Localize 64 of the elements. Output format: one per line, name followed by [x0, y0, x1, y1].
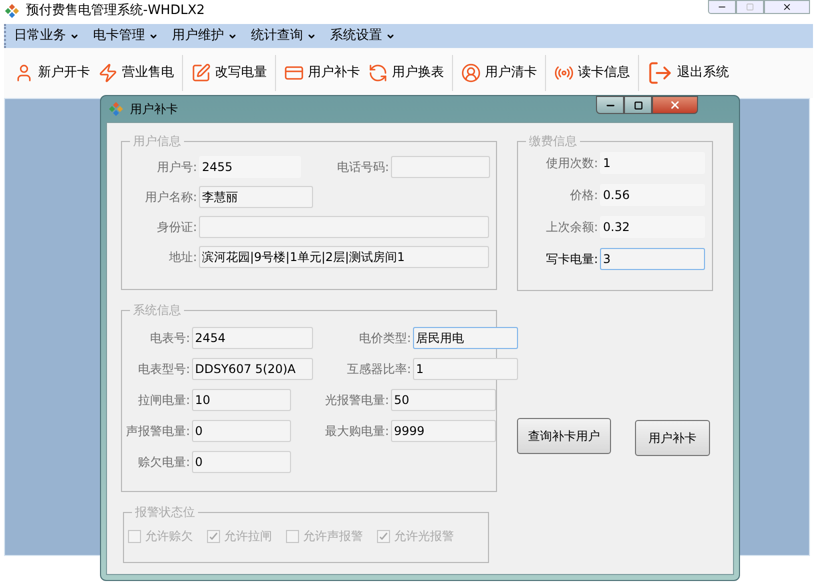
menu-item[interactable]: 系统设置 — [330, 26, 395, 46]
edit-icon — [191, 63, 211, 83]
field-label: 身份证: — [156, 219, 198, 236]
logout-icon — [647, 60, 673, 86]
window-title: 预付费售电管理系统-WHDLX2 — [26, 2, 205, 20]
group-title: 报警状态位 — [132, 504, 198, 520]
close-icon — [669, 99, 681, 111]
toolbar-button[interactable]: 改写电量 — [189, 63, 269, 83]
group-title: 系统信息 — [130, 302, 184, 318]
lightning-icon — [98, 63, 118, 83]
field-label: 用户号: — [156, 159, 198, 176]
query-button[interactable]: 查询补卡用户 — [517, 418, 611, 454]
toolbar-button[interactable]: 用户补卡 — [282, 63, 362, 83]
field-label: 互感器比率: — [346, 361, 412, 378]
field-label: 价格: — [568, 187, 599, 204]
toolbar-button[interactable]: 用户换表 — [366, 63, 446, 83]
caret-icon — [149, 32, 158, 40]
field-label: 使用次数: — [544, 155, 599, 172]
field-label: 上次余额: — [544, 219, 599, 236]
field-label: 电价类型: — [358, 330, 412, 347]
caret-icon — [386, 32, 395, 40]
user-icon — [461, 63, 481, 83]
text-field[interactable]: 3 — [600, 248, 705, 270]
reissue-card-button[interactable]: 用户补卡 — [635, 420, 710, 456]
check-icon — [209, 532, 218, 540]
menu-item[interactable]: 统计查询 — [251, 26, 316, 46]
field-label: 光报警电量: — [324, 392, 390, 409]
caret-icon — [70, 32, 79, 40]
app-logo-icon — [4, 3, 20, 19]
field-label: 写卡电量: — [544, 251, 599, 268]
close-button[interactable] — [652, 96, 698, 114]
toolbar-button[interactable]: 退出系统 — [645, 60, 731, 86]
field-label: 声报警电量: — [124, 423, 191, 440]
toolbar-button[interactable]: 用户清卡 — [459, 63, 539, 83]
menu-item[interactable]: 日常业务 — [14, 26, 79, 46]
field-label: 地址: — [168, 249, 198, 266]
dialog-title: 用户补卡 — [130, 101, 178, 118]
group-title: 用户信息 — [130, 133, 184, 149]
toolbar-button[interactable]: 新户开卡 — [12, 63, 92, 83]
text-field[interactable] — [199, 216, 489, 238]
toolbar-button[interactable]: 营业售电 — [96, 63, 176, 83]
maximize-icon — [746, 3, 754, 11]
close-button[interactable] — [764, 0, 810, 14]
close-icon — [782, 2, 792, 12]
minimize-button[interactable] — [596, 96, 624, 114]
caret-icon — [228, 32, 237, 40]
field-label: 电话号码: — [336, 159, 390, 176]
caret-icon — [307, 32, 316, 40]
toolbar-button[interactable]: 读卡信息 — [552, 63, 632, 83]
menu-item[interactable]: 用户维护 — [172, 26, 237, 46]
field-label: 电表号: — [148, 330, 191, 347]
field-label: 电表型号: — [136, 361, 191, 378]
maximize-icon — [634, 100, 642, 110]
check-icon — [379, 532, 388, 540]
app-logo-icon — [108, 101, 124, 117]
field-label: 用户名称: — [144, 189, 198, 206]
refresh-icon — [368, 63, 388, 83]
field-label: 赊欠电量: — [136, 454, 191, 471]
group-title: 缴费信息 — [526, 133, 580, 149]
field-label: 最大购电量: — [324, 423, 390, 440]
menu-item[interactable]: 电卡管理 — [93, 26, 158, 46]
text-field[interactable] — [391, 156, 490, 178]
maximize-button[interactable] — [624, 96, 652, 114]
field-label: 拉闸电量: — [136, 392, 191, 409]
